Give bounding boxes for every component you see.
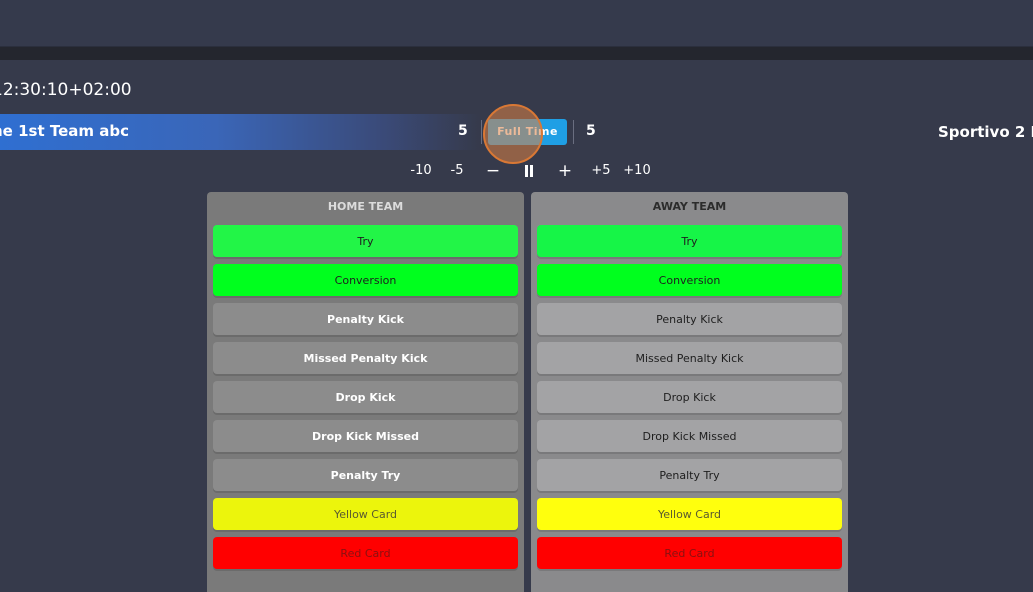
away-red-card-button[interactable]: Red Card (537, 537, 842, 569)
minus-10-button[interactable]: -10 (403, 160, 439, 182)
plus-1-button[interactable]: + (547, 160, 583, 182)
top-navbar (0, 0, 1033, 47)
home-missed-penalty-kick-button[interactable]: Missed Penalty Kick (213, 342, 518, 374)
away-missed-penalty-kick-button[interactable]: Missed Penalty Kick (537, 342, 842, 374)
home-red-card-button[interactable]: Red Card (213, 537, 518, 569)
away-try-button[interactable]: Try (537, 225, 842, 257)
home-drop-kick-button[interactable]: Drop Kick (213, 381, 518, 413)
header-divider (0, 47, 1033, 60)
away-drop-kick-button[interactable]: Drop Kick (537, 381, 842, 413)
away-team-name: Sportivo 2 Me (938, 123, 1033, 141)
away-team-title: AWAY TEAM (652, 200, 727, 213)
away-conversion-button[interactable]: Conversion (537, 264, 842, 296)
away-penalty-try-button[interactable]: Penalty Try (537, 459, 842, 491)
score-divider (573, 120, 574, 144)
plus-5-button[interactable]: +5 (583, 160, 619, 182)
away-team-score: 5 (586, 123, 596, 139)
away-team-panel: AWAY TEAM Try Conversion Penalty Kick Mi… (531, 192, 848, 592)
minus-5-button[interactable]: -5 (439, 160, 475, 182)
match-timestamp: 12:30:10+02:00 (0, 80, 132, 100)
full-time-button[interactable]: Full Time (488, 119, 567, 145)
plus-10-button[interactable]: +10 (619, 160, 655, 182)
pause-icon (524, 164, 534, 177)
away-penalty-kick-button[interactable]: Penalty Kick (537, 303, 842, 335)
home-team-panel: HOME TEAM Try Conversion Penalty Kick Mi… (207, 192, 524, 592)
away-drop-kick-missed-button[interactable]: Drop Kick Missed (537, 420, 842, 452)
home-team-title: HOME TEAM (327, 200, 404, 213)
home-conversion-button[interactable]: Conversion (213, 264, 518, 296)
home-team-name: ne 1st Team abc (0, 122, 129, 140)
home-try-button[interactable]: Try (213, 225, 518, 257)
home-drop-kick-missed-button[interactable]: Drop Kick Missed (213, 420, 518, 452)
home-penalty-kick-button[interactable]: Penalty Kick (213, 303, 518, 335)
home-yellow-card-button[interactable]: Yellow Card (213, 498, 518, 530)
score-divider (481, 120, 482, 144)
time-controls: -10 -5 − + +5 +10 (403, 160, 655, 182)
home-team-score: 5 (458, 123, 468, 139)
home-penalty-try-button[interactable]: Penalty Try (213, 459, 518, 491)
away-yellow-card-button[interactable]: Yellow Card (537, 498, 842, 530)
pause-button[interactable] (511, 160, 547, 182)
minus-1-button[interactable]: − (475, 160, 511, 182)
